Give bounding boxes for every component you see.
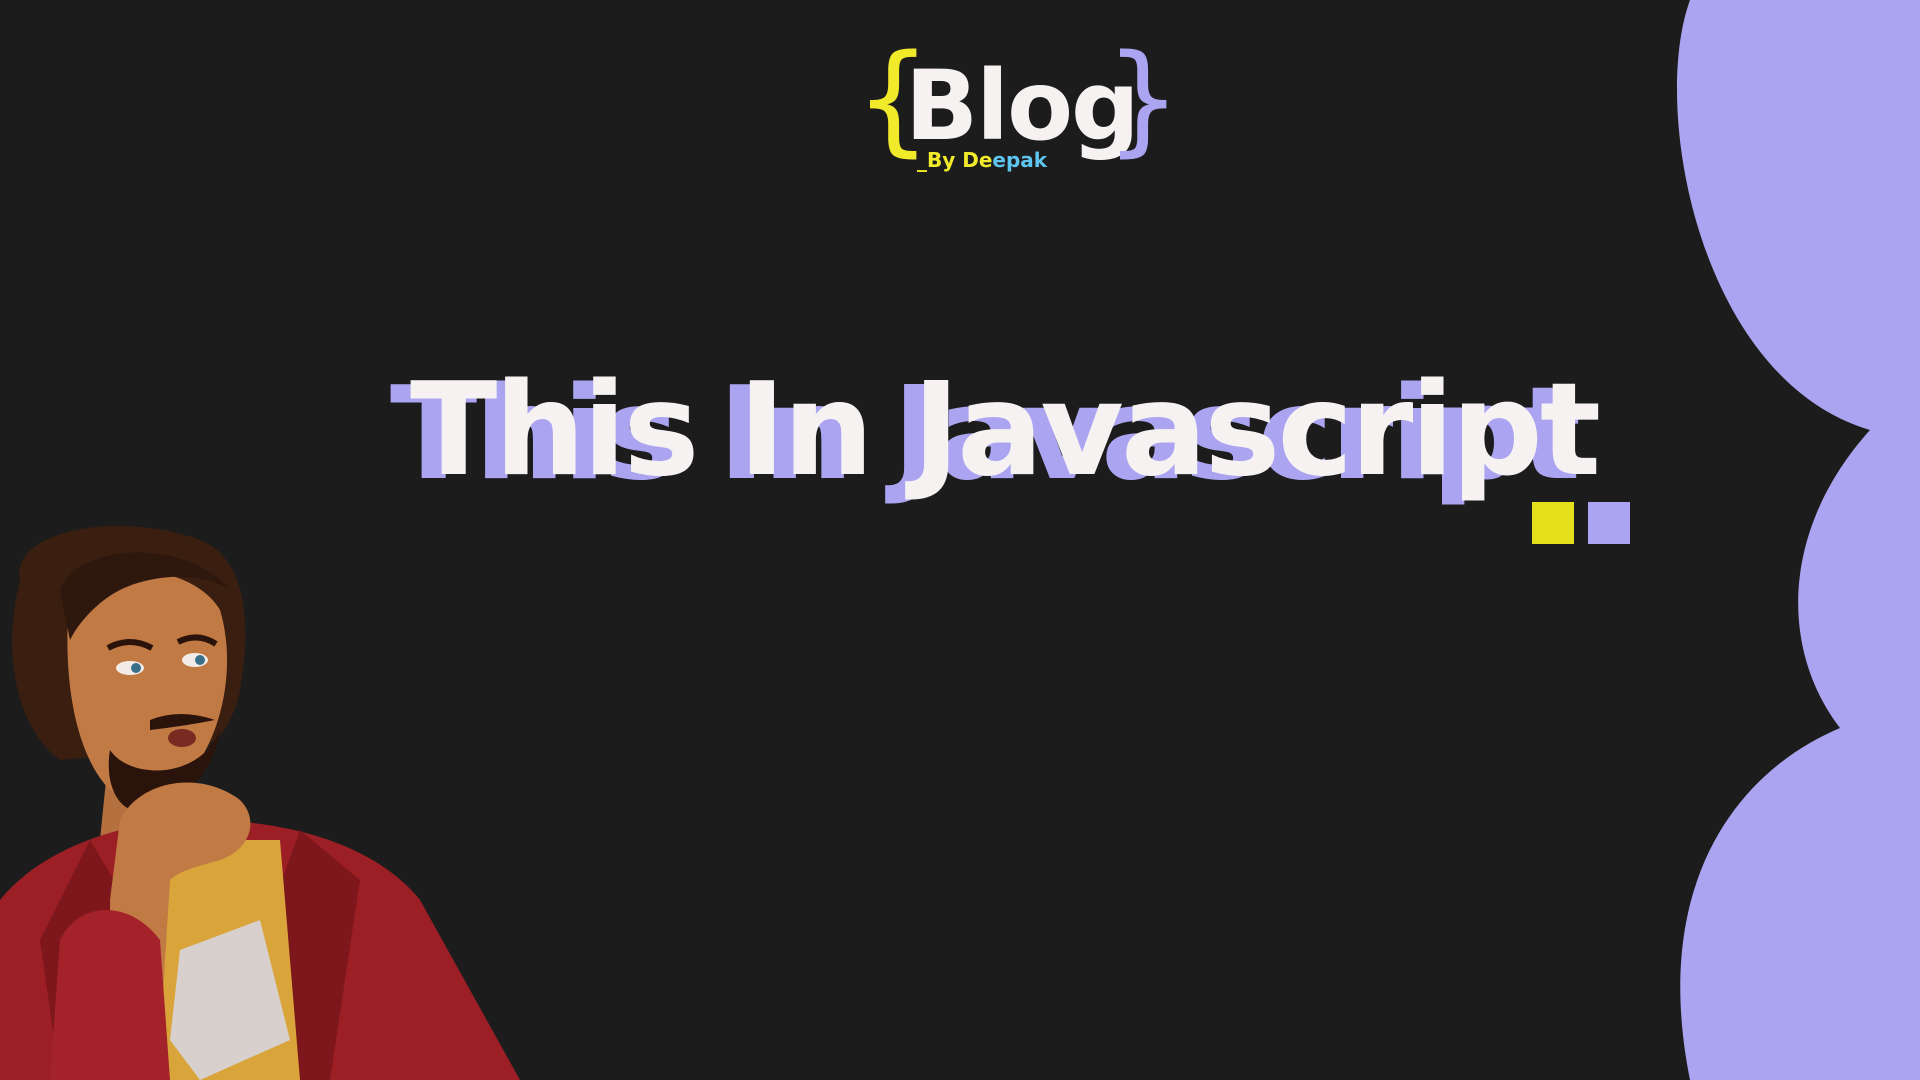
purple-scallop-decoration xyxy=(1676,0,1920,1080)
logo-byline: _By Deepak xyxy=(917,148,1047,172)
logo-brace-close: } xyxy=(1105,30,1182,169)
blog-logo: { Blog } _By Deepak xyxy=(855,40,1181,180)
blog-cover: { Blog } _By Deepak This In Javascript T… xyxy=(0,0,1920,1080)
title-text: This In Javascript xyxy=(410,356,1601,505)
logo-word: Blog xyxy=(905,50,1140,162)
logo-byline-suffix: epak xyxy=(992,148,1048,172)
purple-square-decoration xyxy=(1588,502,1630,544)
page-title: This In Javascript This In Javascript xyxy=(390,356,1640,530)
thinking-man-illustration xyxy=(0,525,520,1080)
yellow-square-decoration xyxy=(1532,502,1574,544)
logo-byline-prefix: _By De xyxy=(917,148,993,172)
